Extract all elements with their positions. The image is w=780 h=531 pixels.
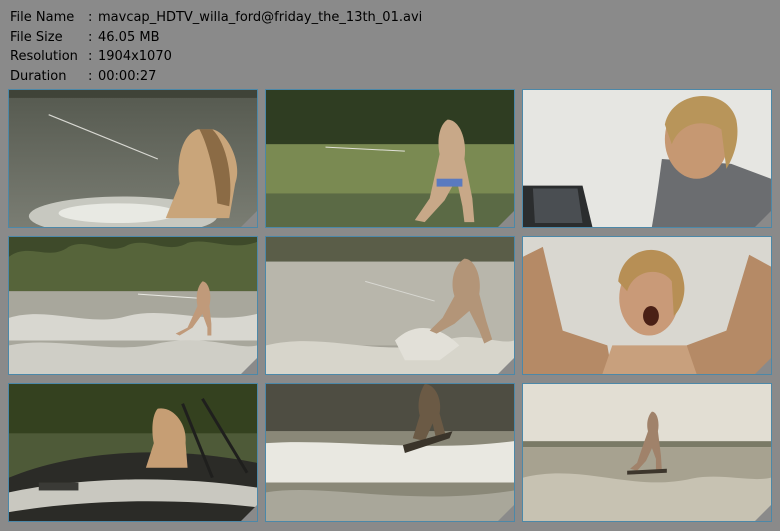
- thumbnail-5-image: [266, 237, 514, 374]
- file-name-label: File Name: [10, 10, 75, 25]
- thumbnail-1-image: [9, 90, 257, 227]
- duration-row: Duration : 00:00:27: [10, 67, 422, 87]
- thumbnail-3[interactable]: [522, 89, 772, 228]
- resolution-row: Resolution : 1904x1070: [10, 47, 422, 67]
- file-size-separator: :: [88, 29, 93, 45]
- resolution-label: Resolution: [10, 49, 78, 64]
- thumbnail-7-image: [9, 384, 257, 521]
- duration-label: Duration: [10, 68, 67, 84]
- file-size-label: File Size: [10, 29, 63, 45]
- duration-value: 00:00:27: [98, 68, 157, 84]
- thumbnail-2[interactable]: [265, 89, 515, 228]
- file-size-row: File Size : 46.05 MB: [10, 28, 422, 48]
- thumbnail-8-image: [266, 384, 514, 521]
- file-name-value: mavcap_HDTV_willa_ford@friday_the_13th_0…: [98, 10, 423, 25]
- thumbnail-8[interactable]: [265, 383, 515, 522]
- thumbnail-9[interactable]: [522, 383, 772, 522]
- resolution-value: 1904x1070: [98, 49, 172, 64]
- file-info-panel: File Name : mavcap_HDTV_willa_ford@frida…: [10, 8, 422, 86]
- file-name-separator: :: [88, 10, 93, 25]
- thumbnail-3-image: [523, 90, 771, 227]
- thumbnail-4-image: [9, 237, 257, 374]
- thumbnail-9-image: [523, 384, 771, 521]
- file-name-row: File Name : mavcap_HDTV_willa_ford@frida…: [10, 8, 422, 28]
- resolution-separator: :: [88, 49, 93, 64]
- thumbnail-2-image: [266, 90, 514, 227]
- file-size-value: 46.05 MB: [98, 29, 160, 45]
- thumbnail-4[interactable]: [8, 236, 258, 375]
- duration-separator: :: [88, 68, 93, 84]
- thumbnail-7[interactable]: [8, 383, 258, 522]
- thumbnail-6-image: [523, 237, 771, 374]
- thumbnail-1[interactable]: [8, 89, 258, 228]
- thumbnail-5[interactable]: [265, 236, 515, 375]
- thumbnail-6[interactable]: [522, 236, 772, 375]
